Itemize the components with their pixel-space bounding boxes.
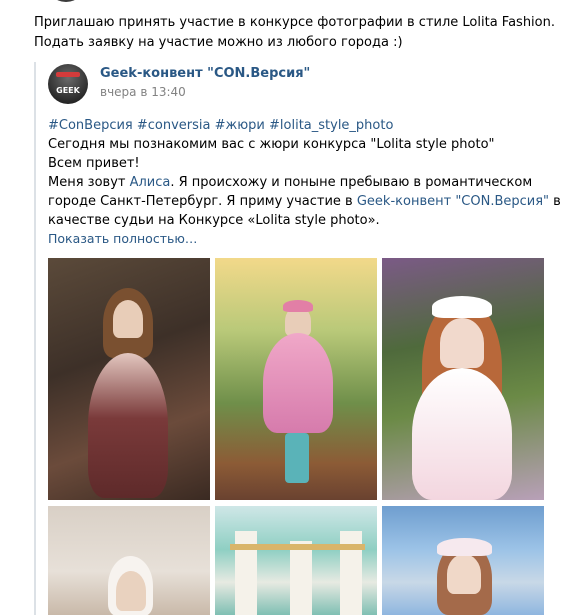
previous-post-avatar [46, 0, 86, 2]
photo-4-face [116, 571, 146, 611]
post-intro-text: Приглашаю принять участие в конкурсе фот… [34, 15, 555, 50]
group-name-link[interactable]: Geek-конвент "CON.Версия" [100, 66, 310, 81]
photo-5-column-2 [290, 541, 312, 615]
repost-divider [34, 62, 36, 615]
group-avatar[interactable]: GEEK [48, 64, 88, 104]
repost-text: #СonВерсия #conversia #жюри #lolita_styl… [48, 116, 573, 230]
photo-2-boots [285, 433, 309, 483]
text-line-2: Всем привет! [48, 156, 140, 171]
photo-3-bonnet [432, 296, 492, 318]
text-line-3-a: Меня зовут [48, 175, 130, 190]
alisa-link[interactable]: Алиса [130, 175, 171, 190]
photo-1[interactable] [48, 258, 210, 500]
photo-2-hat [283, 300, 313, 312]
show-more-link[interactable]: Показать полностью… [48, 231, 197, 246]
photo-1-dress [88, 353, 168, 498]
photo-6[interactable] [382, 506, 544, 615]
photo-1-face [113, 300, 143, 338]
photo-3-dress [412, 368, 512, 500]
photo-4[interactable] [48, 506, 210, 615]
photo-5-gold-trim [230, 544, 365, 550]
photo-6-bonnet [437, 538, 492, 556]
photo-2-coat [263, 333, 333, 433]
hashtags[interactable]: #СonВерсия #conversia #жюри #lolita_styl… [48, 116, 573, 135]
photo-5[interactable] [215, 506, 377, 615]
text-line-1: Сегодня мы познакомим вас с жюри конкурс… [48, 137, 495, 152]
photo-2[interactable] [215, 258, 377, 500]
photo-3[interactable] [382, 258, 544, 500]
avatar-logo-text: GEEK [56, 86, 80, 95]
text-line-3: Меня зовут Алиса. Я происхожу и поныне п… [48, 173, 573, 230]
post-timestamp[interactable]: вчера в 13:40 [100, 85, 186, 99]
avatar-logo-stripe [56, 72, 80, 77]
photo-3-face [440, 318, 484, 368]
group-mention-link[interactable]: Geek-конвент "CON.Версия" [357, 194, 549, 209]
photo-6-face [447, 554, 481, 594]
